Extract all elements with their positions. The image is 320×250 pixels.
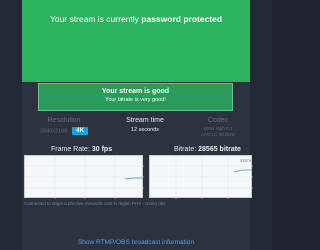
status-subtitle: Your bitrate is very good! <box>105 97 166 103</box>
frame-rate-title: Frame Rate: 30 fps <box>51 146 112 153</box>
stream-time-value: 12 seconds <box>130 127 160 133</box>
banner-prefix: Your stream is currently <box>49 14 142 24</box>
codec-label: Codec <box>207 117 229 124</box>
4k-badge: 4K <box>72 127 88 135</box>
bitrate-graph: 37570 <box>150 156 253 199</box>
bitrate-title: Bitrate: 28565 bitrate <box>174 146 241 153</box>
password-protected-banner: Your stream is currently password protec… <box>22 0 250 82</box>
frame-rate-label: Frame Rate: <box>51 146 90 153</box>
stream-status-box: Your stream is good Your bitrate is very… <box>38 83 233 111</box>
bitrate-value: 28565 bitrate <box>198 146 241 153</box>
connection-info: Connected to origin a.pho.live.minuscle.… <box>24 201 166 206</box>
codec-audio: AAC-LC 48.0kHz <box>200 132 236 137</box>
frame-rate-chart <box>24 155 144 199</box>
bitrate-label: Bitrate: <box>174 146 197 153</box>
codec-stat: Codec H264 High 5.1 AAC-LC 48.0kHz <box>182 117 254 138</box>
bitrate-peak-label: 37570 <box>240 158 252 163</box>
frame-rate-line <box>124 177 143 180</box>
bitrate-chart: 37570 <box>149 155 253 199</box>
stream-time-stat: Stream time 12 seconds <box>110 117 180 133</box>
resolution-value: 3840x2160 <box>40 128 68 135</box>
stream-time-label: Stream time <box>126 117 164 124</box>
bitrate-line <box>233 169 252 173</box>
resolution-stat: Resolution 3840x2160 4K <box>24 117 104 135</box>
status-title: Your stream is good <box>101 88 170 95</box>
frame-rate-value: 30 fps <box>91 146 113 153</box>
resolution-label: Resolution <box>47 117 81 124</box>
banner-emphasis: password protected <box>141 14 223 24</box>
show-broadcast-info-link[interactable]: Show RTMP/OBS broadcast information <box>0 239 272 246</box>
left-margin <box>0 0 22 250</box>
frame-rate-graph <box>25 156 144 199</box>
